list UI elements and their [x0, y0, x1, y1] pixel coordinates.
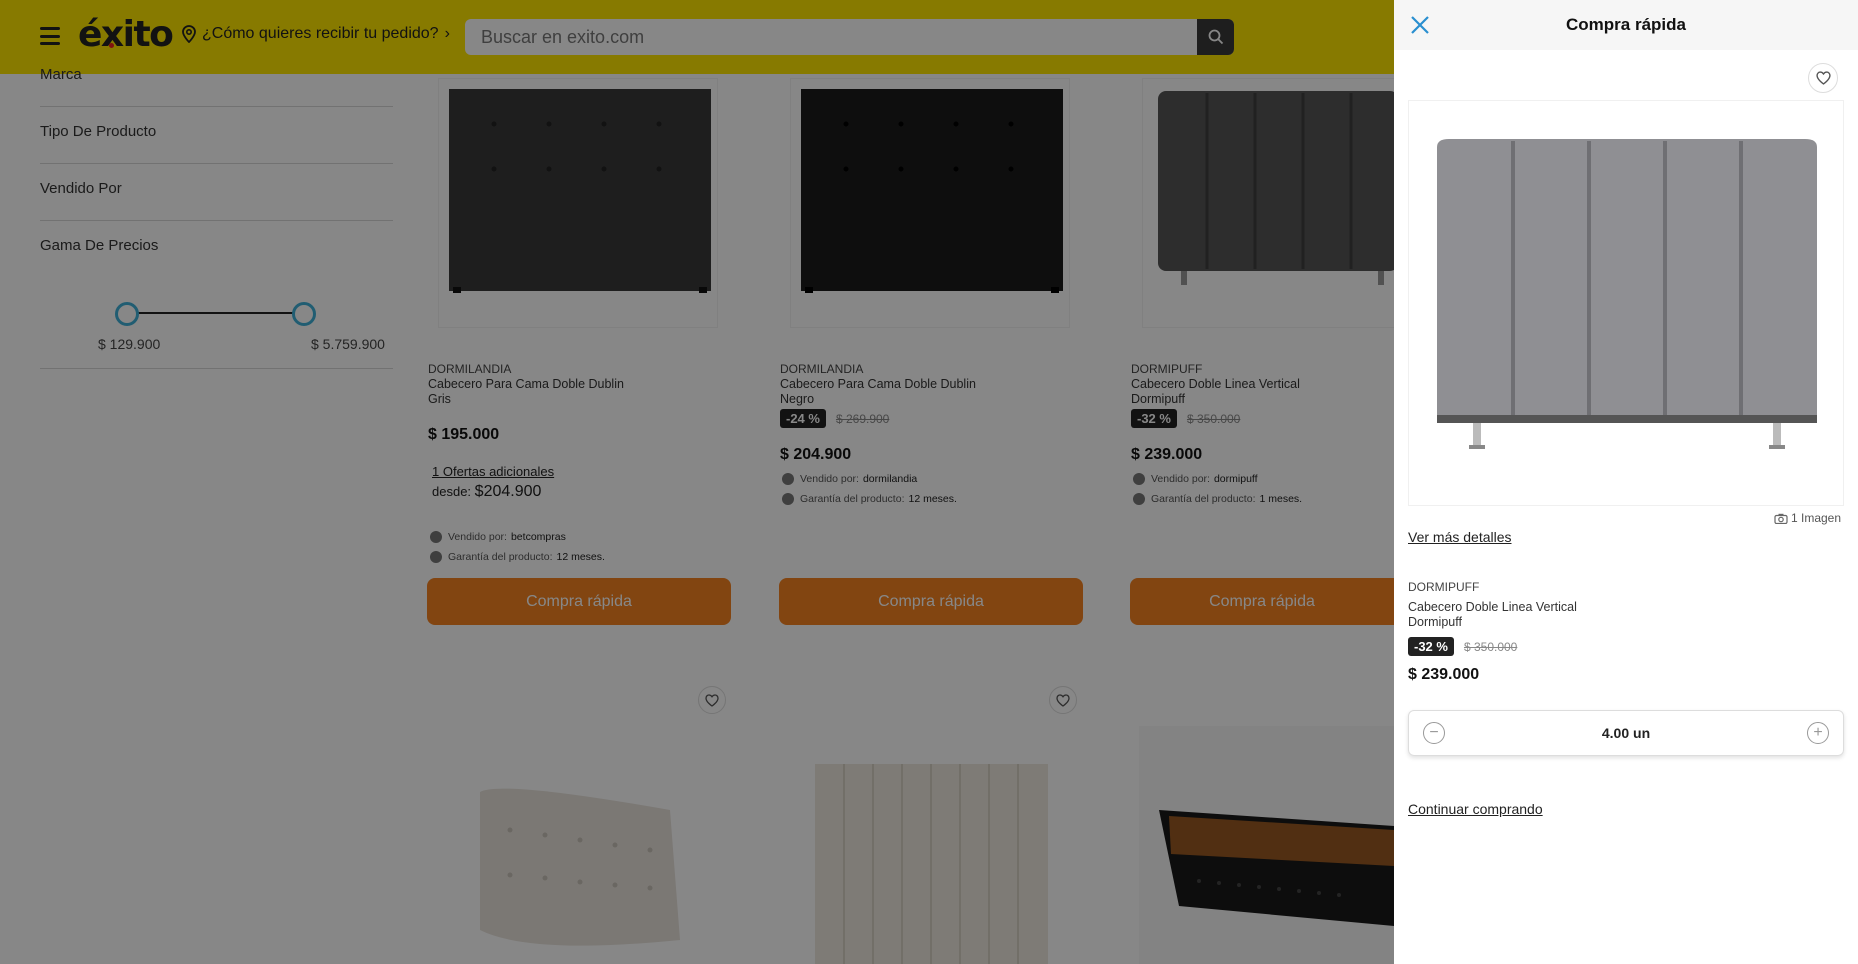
- quantity-stepper: − 4.00 un +: [1408, 710, 1844, 756]
- favorite-button[interactable]: [1808, 63, 1838, 93]
- image-count: 1 Imagen: [1774, 511, 1841, 525]
- minus-icon: −: [1429, 724, 1439, 741]
- image-count-label: 1 Imagen: [1791, 511, 1842, 525]
- camera-icon: [1774, 513, 1788, 524]
- drawer-product-price: $ 239.000: [1408, 666, 1480, 683]
- plus-icon: +: [1813, 724, 1823, 741]
- quantity-value[interactable]: 4.00 un: [1602, 725, 1650, 741]
- modal-backdrop[interactable]: [0, 0, 1394, 964]
- drawer-product-name: Cabecero Doble Linea Vertical Dormipuff: [1408, 600, 1577, 629]
- close-icon[interactable]: [1408, 13, 1432, 37]
- more-details-link[interactable]: Ver más detalles: [1408, 529, 1512, 545]
- increase-quantity-button[interactable]: +: [1807, 722, 1829, 744]
- continue-shopping-link[interactable]: Continuar comprando: [1408, 801, 1543, 817]
- decrease-quantity-button[interactable]: −: [1423, 722, 1445, 744]
- drawer-discount-row: -32 % $ 350.000: [1408, 637, 1517, 656]
- drawer-title: Compra rápida: [1566, 15, 1686, 34]
- old-price: $ 350.000: [1463, 639, 1518, 654]
- discount-badge: -32 %: [1408, 637, 1454, 656]
- heart-icon: [1815, 71, 1831, 85]
- product-main-image[interactable]: [1408, 100, 1844, 506]
- quick-buy-drawer: Compra rápida 1 Imagen Ver más detalles …: [1394, 0, 1858, 964]
- drawer-product-brand: DORMIPUFF: [1408, 580, 1480, 594]
- drawer-header: Compra rápida: [1394, 0, 1858, 50]
